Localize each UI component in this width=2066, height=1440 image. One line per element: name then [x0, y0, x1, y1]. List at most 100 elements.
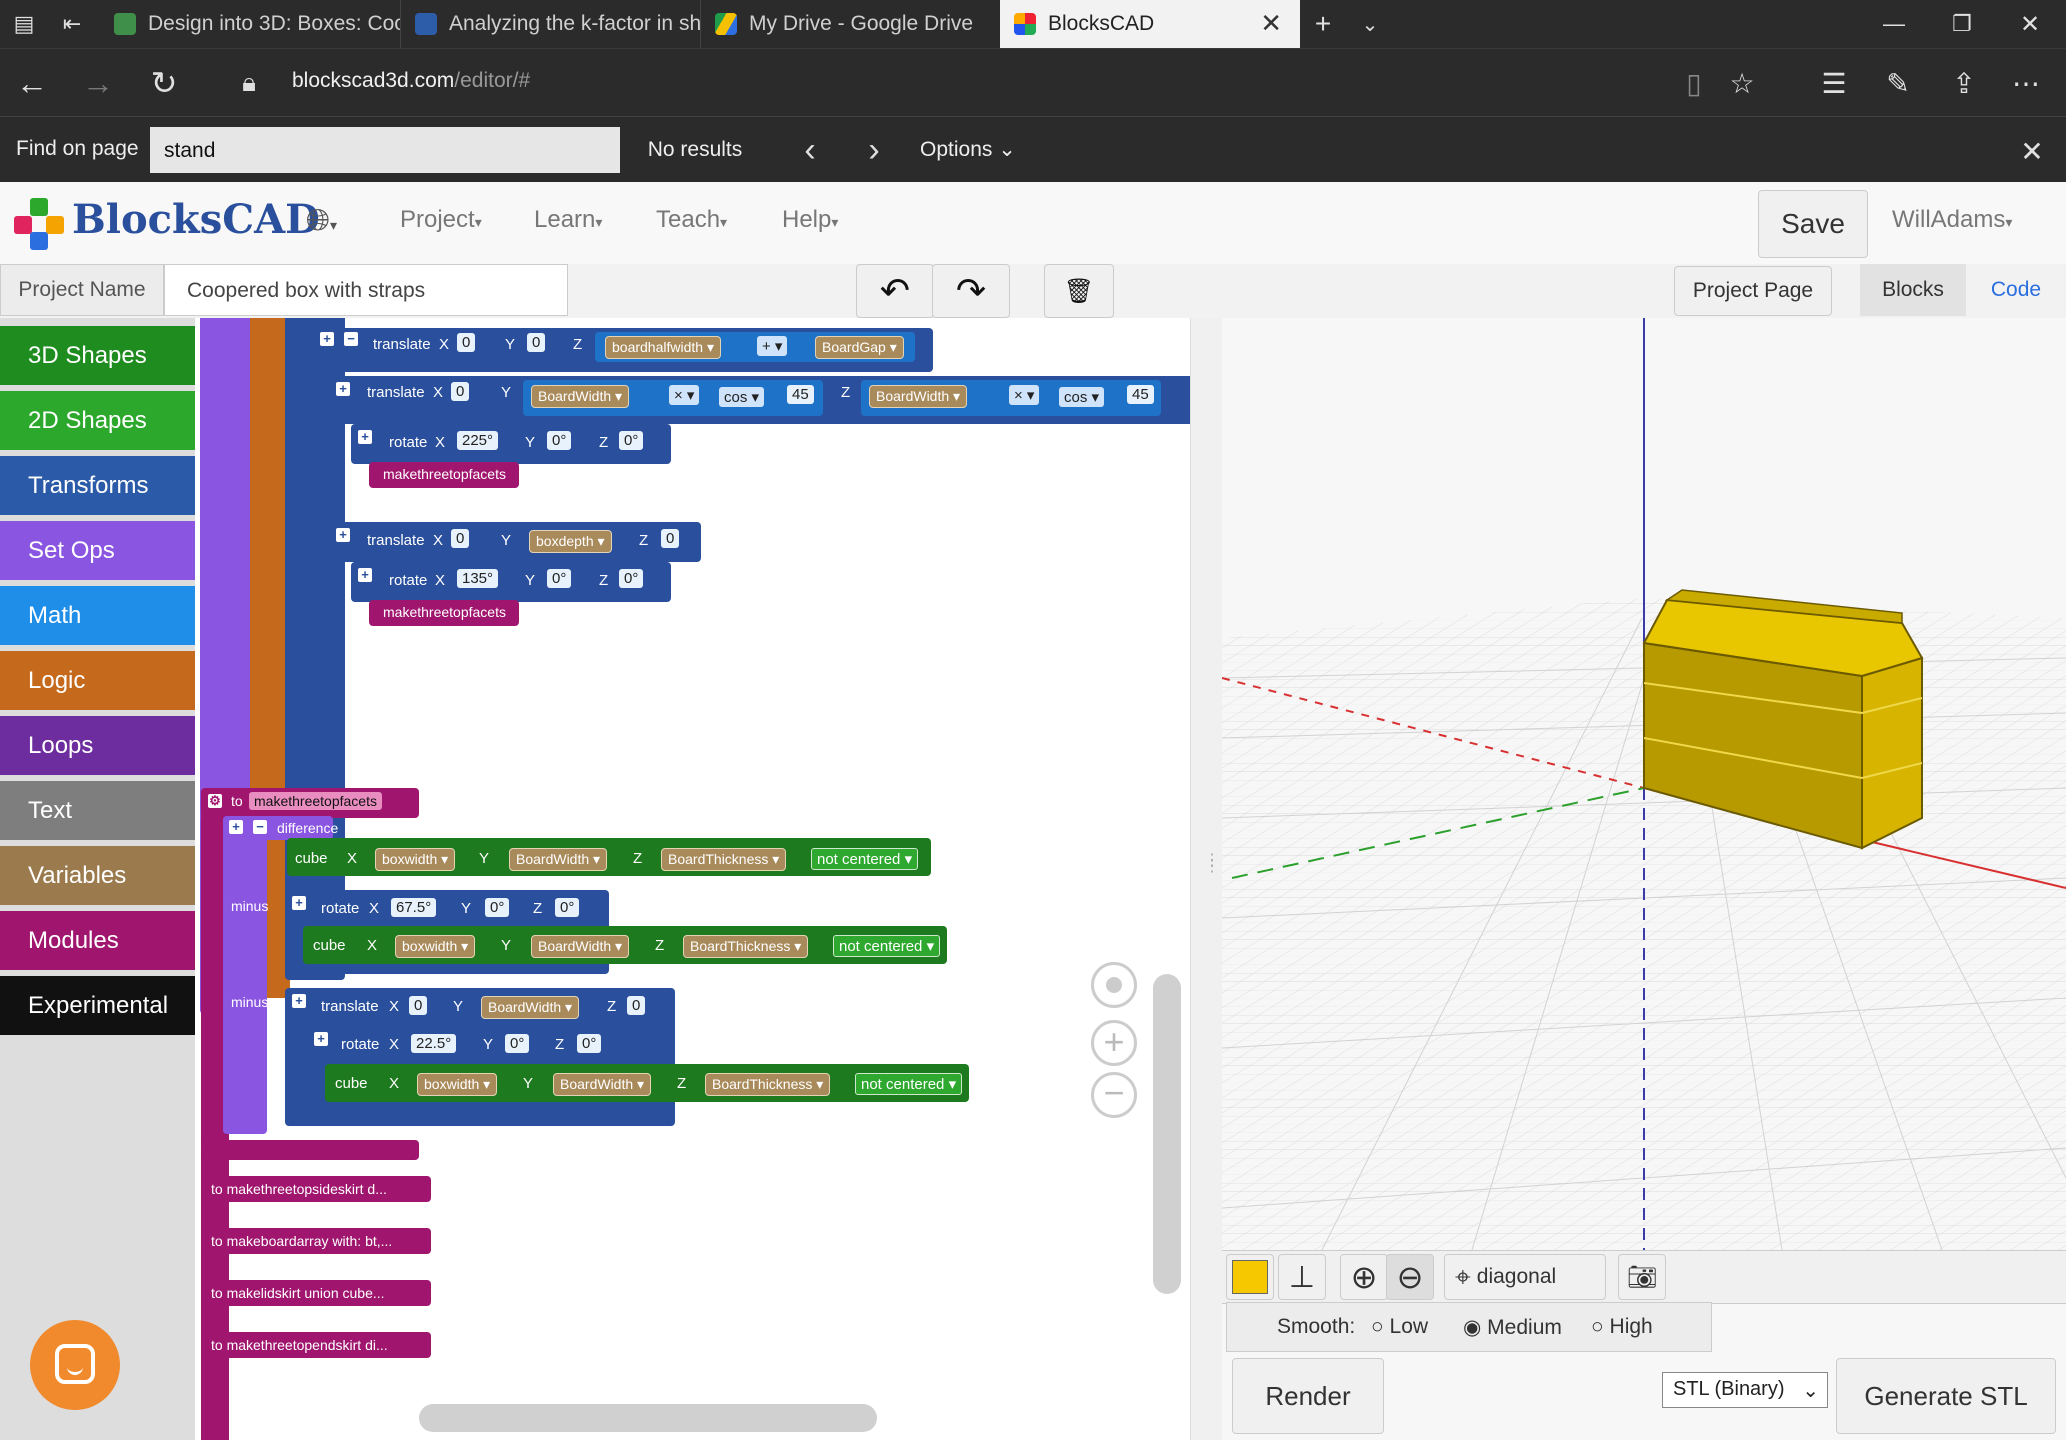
smooth-option-low[interactable]: ○ Low: [1371, 1315, 1428, 1339]
number-field[interactable]: 45: [787, 385, 814, 404]
category-experimental[interactable]: Experimental: [0, 976, 195, 1035]
center-dropdown[interactable]: not centered ▾: [811, 848, 919, 870]
expand-plus-icon[interactable]: +: [292, 896, 306, 910]
variable-getter[interactable]: BoardThickness ▾: [661, 848, 787, 871]
category-2d-shapes[interactable]: 2D Shapes: [0, 391, 195, 450]
generate-stl-button[interactable]: Generate STL: [1836, 1358, 2056, 1434]
expand-plus-icon[interactable]: +: [358, 568, 372, 582]
variable-getter[interactable]: BoardWidth ▾: [553, 1073, 652, 1096]
y-angle-field[interactable]: 0°: [547, 569, 572, 588]
expand-plus-icon[interactable]: +: [358, 430, 372, 444]
close-find-icon[interactable]: ✕: [2012, 131, 2052, 171]
find-options-button[interactable]: Options ⌄: [920, 137, 1016, 162]
category-modules[interactable]: Modules: [0, 911, 195, 970]
undo-button[interactable]: ↶: [856, 264, 934, 318]
variable-getter[interactable]: boxwidth ▾: [375, 848, 456, 871]
recenter-icon[interactable]: [1091, 962, 1137, 1008]
vertical-scrollbar[interactable]: [1153, 974, 1181, 1294]
variable-getter[interactable]: BoardWidth ▾: [531, 385, 630, 408]
expand-plus-icon[interactable]: +: [320, 332, 334, 346]
blockscad-logo-icon[interactable]: [12, 196, 68, 252]
variable-getter[interactable]: BoardWidth ▾: [509, 848, 608, 871]
browser-tab[interactable]: Analyzing the k-factor in sh: [400, 0, 701, 48]
browser-tab[interactable]: My Drive - Google Drive: [700, 0, 1001, 48]
project-name-input[interactable]: Coopered box with straps: [164, 264, 568, 316]
browser-tab[interactable]: Design into 3D: Boxes: Coo|: [100, 0, 400, 48]
pen-notes-icon[interactable]: ✎: [1878, 63, 1918, 103]
y-angle-field[interactable]: 0°: [547, 431, 572, 450]
expand-plus-icon[interactable]: +: [229, 820, 243, 834]
z-angle-field[interactable]: 0°: [619, 569, 644, 588]
x-value-field[interactable]: 0: [409, 996, 428, 1015]
variable-getter[interactable]: boxwidth ▾: [395, 935, 476, 958]
expand-plus-icon[interactable]: +: [336, 382, 350, 396]
expand-plus-icon[interactable]: +: [314, 1032, 328, 1046]
collapsed-module-block[interactable]: to makethreetopendskirt di...: [203, 1332, 431, 1358]
gear-icon[interactable]: ⚙: [208, 794, 222, 808]
export-format-select[interactable]: STL (Binary) ⌄: [1662, 1372, 1828, 1408]
z-value-field[interactable]: 0: [661, 529, 680, 548]
zoom-in-icon[interactable]: ⊕: [1340, 1254, 1388, 1300]
category-transforms[interactable]: Transforms: [0, 456, 195, 515]
variable-getter[interactable]: boardhalfwidth ▾: [605, 336, 721, 359]
axes-toggle-icon[interactable]: ⊥: [1278, 1254, 1326, 1300]
z-angle-field[interactable]: 0°: [577, 1034, 602, 1053]
tab-code[interactable]: Code: [1966, 264, 2066, 316]
center-dropdown[interactable]: not centered ▾: [833, 935, 941, 957]
close-window-icon[interactable]: ✕: [2012, 6, 2048, 42]
collapsed-module-block[interactable]: to makethreetopsideskirt d...: [203, 1176, 431, 1202]
collapse-minus-icon[interactable]: −: [253, 820, 267, 834]
find-next-icon[interactable]: ›: [856, 131, 892, 169]
restore-icon[interactable]: ❐: [1944, 6, 1980, 42]
nav-teach[interactable]: Teach▾: [656, 206, 727, 234]
close-tab-icon[interactable]: ✕: [1260, 8, 1282, 39]
smooth-option-medium[interactable]: ◉ Medium: [1463, 1315, 1562, 1340]
variable-getter[interactable]: BoardWidth ▾: [481, 996, 580, 1019]
share-icon[interactable]: ⇪: [1944, 63, 1984, 103]
refresh-icon[interactable]: ↻: [144, 63, 184, 103]
zoom-out-icon[interactable]: ⊖: [1386, 1254, 1434, 1300]
operator-dropdown[interactable]: + ▾: [757, 336, 788, 356]
url-field[interactable]: blockscad3d.com/editor/#: [292, 69, 530, 93]
variable-getter[interactable]: BoardThickness ▾: [705, 1073, 831, 1096]
collapsed-module-block[interactable]: to makeboardarray with: bt,...: [203, 1228, 431, 1254]
category-math[interactable]: Math: [0, 586, 195, 645]
operator-dropdown[interactable]: × ▾: [669, 385, 700, 405]
more-menu-icon[interactable]: ⋯: [2006, 63, 2046, 103]
find-input[interactable]: stand: [150, 127, 620, 173]
variable-getter[interactable]: BoardThickness ▾: [683, 935, 809, 958]
chevron-down-icon[interactable]: ⌄: [1352, 8, 1388, 40]
project-page-button[interactable]: Project Page: [1674, 266, 1832, 316]
collapse-minus-icon[interactable]: −: [344, 332, 358, 346]
tab-blocks[interactable]: Blocks: [1860, 264, 1966, 316]
favorites-hub-icon[interactable]: ☰: [1814, 63, 1854, 103]
redo-button[interactable]: ↷: [932, 264, 1010, 318]
trig-dropdown[interactable]: cos ▾: [1059, 387, 1105, 407]
zoom-out-icon[interactable]: −: [1091, 1072, 1137, 1118]
y-angle-field[interactable]: 0°: [505, 1034, 530, 1053]
variable-getter[interactable]: BoardWidth ▾: [869, 385, 968, 408]
category-variables[interactable]: Variables: [0, 846, 195, 905]
x-value-field[interactable]: 0: [457, 333, 476, 352]
camera-icon[interactable]: 📷︎: [1618, 1254, 1666, 1300]
blocks-workspace[interactable]: + − translate X 0 Y 0 Z boardhalfwidth ▾…: [195, 318, 1190, 1440]
set-aside-tabs-icon[interactable]: ⇤: [56, 10, 88, 38]
color-picker-button[interactable]: [1226, 1254, 1274, 1300]
x-angle-field[interactable]: 225°: [457, 431, 499, 450]
number-field[interactable]: 45: [1127, 385, 1154, 404]
operator-dropdown[interactable]: × ▾: [1009, 385, 1040, 405]
new-tab-icon[interactable]: +: [1305, 8, 1341, 40]
view-select-button[interactable]: ⌖ diagonal: [1444, 1254, 1606, 1300]
favorite-star-icon[interactable]: ☆: [1722, 63, 1762, 103]
zoom-in-icon[interactable]: +: [1091, 1020, 1137, 1066]
variable-getter[interactable]: boxwidth ▾: [417, 1073, 498, 1096]
expand-plus-icon[interactable]: +: [292, 994, 306, 1008]
save-button[interactable]: Save: [1758, 190, 1868, 258]
chat-launcher-button[interactable]: [30, 1320, 120, 1410]
render-viewport[interactable]: [1222, 318, 2066, 1250]
center-dropdown[interactable]: not centered ▾: [855, 1073, 963, 1095]
module-name-field[interactable]: makethreetopfacets: [249, 792, 382, 810]
smooth-option-high[interactable]: ○ High: [1591, 1315, 1653, 1339]
nav-help[interactable]: Help▾: [782, 206, 838, 234]
x-angle-field[interactable]: 67.5°: [391, 898, 437, 917]
